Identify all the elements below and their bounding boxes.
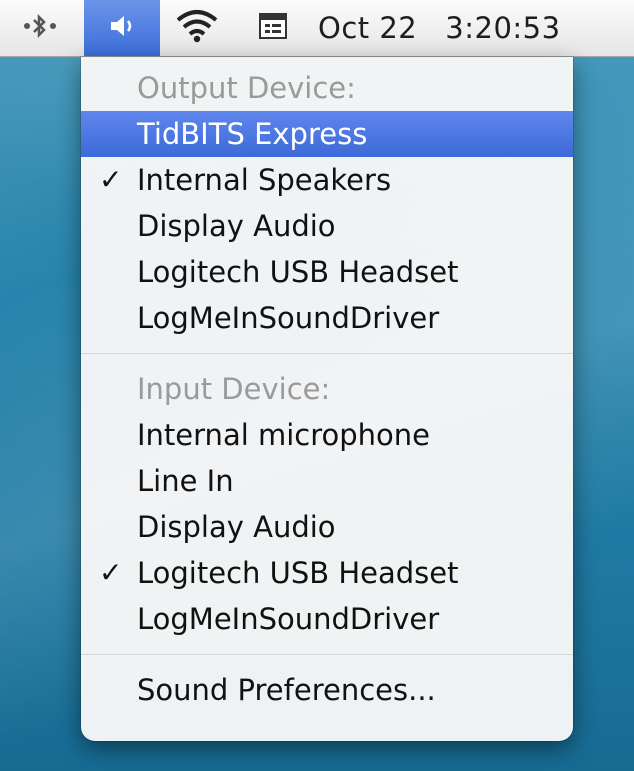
clock[interactable]: Oct 22 3:20:53	[318, 0, 630, 56]
output-device-header: Output Device:	[137, 71, 356, 105]
menu-item-output-display-audio[interactable]: Display Audio	[81, 203, 573, 249]
menu-item-label: Sound Preferences...	[137, 673, 436, 707]
menu-item-label: Logitech USB Headset	[137, 556, 459, 590]
menu-item-label: Line In	[137, 464, 234, 498]
menu-item-input-internal-microphone[interactable]: Internal microphone	[81, 412, 573, 458]
menu-item-sound-preferences[interactable]: Sound Preferences...	[81, 667, 573, 713]
menu-item-label: Logitech USB Headset	[137, 255, 459, 289]
menu-item-label: Display Audio	[137, 209, 336, 243]
wifi-menu[interactable]	[166, 0, 228, 56]
menu-item-output-internal-speakers[interactable]: ✓ Internal Speakers	[81, 157, 573, 203]
menu-item-output-logitech-usb-headset[interactable]: Logitech USB Headset	[81, 249, 573, 295]
menu-item-input-logmeinsounddriver[interactable]: LogMeInSoundDriver	[81, 596, 573, 642]
clock-date: Oct 22	[318, 11, 418, 45]
checkmark-icon: ✓	[99, 163, 123, 196]
menu-item-output-tidbits-express[interactable]: TidBITS Express	[81, 111, 573, 157]
input-device-header: Input Device:	[137, 372, 331, 406]
menu-bar: Oct 22 3:20:53	[0, 0, 634, 57]
menu-item-input-display-audio[interactable]: Display Audio	[81, 504, 573, 550]
bluetooth-icon	[22, 11, 58, 45]
volume-icon	[107, 11, 137, 45]
menu-item-label: LogMeInSoundDriver	[137, 602, 440, 636]
menu-item-label: Internal microphone	[137, 418, 431, 452]
clock-time: 3:20:53	[445, 11, 561, 45]
volume-menu[interactable]	[84, 0, 160, 56]
menu-item-label: LogMeInSoundDriver	[137, 301, 440, 335]
input-menu-icon	[258, 11, 288, 45]
input-menu[interactable]	[248, 0, 298, 56]
menu-item-output-logmeinsounddriver[interactable]: LogMeInSoundDriver	[81, 295, 573, 341]
menu-item-input-logitech-usb-headset[interactable]: ✓ Logitech USB Headset	[81, 550, 573, 596]
bluetooth-menu[interactable]	[18, 0, 62, 56]
checkmark-icon: ✓	[99, 556, 123, 589]
menu-item-label: Internal Speakers	[137, 163, 392, 197]
menu-item-label: Display Audio	[137, 510, 336, 544]
wifi-icon	[175, 8, 219, 48]
menu-separator	[81, 654, 573, 655]
menu-separator	[81, 353, 573, 354]
menu-item-input-line-in[interactable]: Line In	[81, 458, 573, 504]
menu-item-label: TidBITS Express	[137, 117, 368, 151]
volume-dropdown-menu: Output Device: TidBITS Express ✓ Interna…	[81, 57, 573, 741]
